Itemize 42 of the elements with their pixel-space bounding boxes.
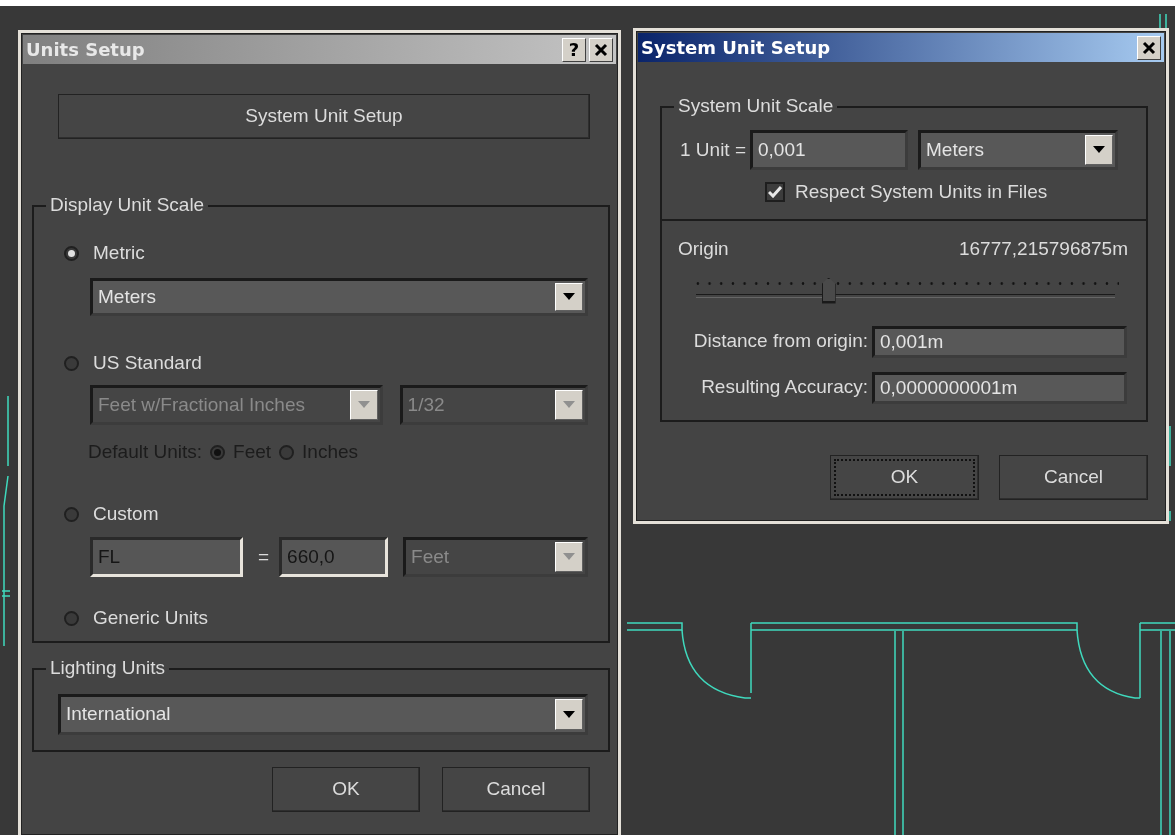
origin-label: Origin xyxy=(678,237,729,261)
checkbox-label: Respect System Units in Files xyxy=(795,179,1048,204)
close-icon xyxy=(594,42,608,57)
dialog-button[interactable]: OK xyxy=(272,767,420,812)
field-label: 1 Unit = xyxy=(680,137,746,162)
caret-icon xyxy=(555,699,583,730)
input-field[interactable]: 0,001m xyxy=(872,325,1127,358)
close-button[interactable] xyxy=(589,37,613,62)
radio-label: Generic Units xyxy=(93,605,209,630)
unit-dropdown[interactable]: Meters xyxy=(90,278,588,316)
system-unit-setup-button[interactable]: System Unit Setup xyxy=(58,94,590,139)
caret-icon xyxy=(349,390,378,420)
radio-label: Metric xyxy=(93,240,145,265)
caret-icon xyxy=(555,283,583,311)
input-field[interactable]: 0,001 xyxy=(750,130,908,170)
field-label: Resulting Accuracy: xyxy=(700,375,869,400)
help-button[interactable]: ? xyxy=(562,37,586,62)
origin-reading: 16777,215796875m xyxy=(958,237,1128,261)
close-button[interactable] xyxy=(1137,35,1161,60)
radio-label: US Standard xyxy=(93,350,202,375)
slider-thumb[interactable] xyxy=(821,277,836,304)
caret-icon xyxy=(1085,135,1113,165)
radio-label: Custom xyxy=(93,501,159,526)
radio-button[interactable] xyxy=(210,444,226,460)
dialog-button[interactable]: OK xyxy=(830,455,979,500)
unit-dropdown[interactable]: Meters xyxy=(918,130,1118,170)
dialog-button[interactable]: Cancel xyxy=(442,767,590,812)
lighting-dropdown[interactable]: International xyxy=(58,694,588,735)
checkbox[interactable] xyxy=(765,182,785,202)
field-label: Distance from origin: xyxy=(692,329,869,354)
window-title: Units Setup xyxy=(26,38,146,62)
radio-button[interactable] xyxy=(64,610,79,626)
radio-button[interactable] xyxy=(64,245,79,261)
caret-icon xyxy=(555,390,583,420)
radio-button[interactable] xyxy=(64,355,79,371)
equals-sign: = xyxy=(258,544,270,569)
radio-button[interactable] xyxy=(279,444,295,460)
caret-icon xyxy=(555,542,583,572)
close-icon xyxy=(1142,40,1156,55)
input-field[interactable]: 0,0000000001m xyxy=(872,371,1127,404)
dialog-button[interactable]: Cancel xyxy=(999,455,1148,500)
window-title: System Unit Setup xyxy=(641,36,832,60)
